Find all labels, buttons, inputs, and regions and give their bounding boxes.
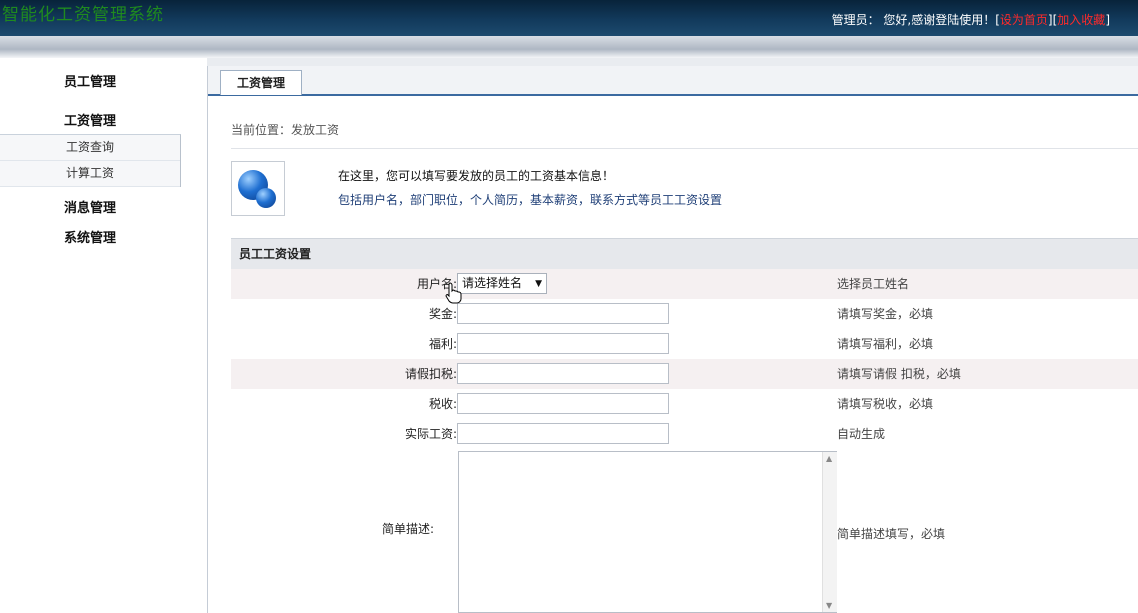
tax-label: 税收:	[428, 397, 457, 411]
tab-salary-management[interactable]: 工资管理	[220, 70, 302, 95]
tab-bar: 工资管理	[208, 66, 1138, 96]
add-favorite-link[interactable]: 加入收藏	[1057, 13, 1105, 27]
globe-icon	[231, 161, 285, 216]
sidebar-item-employee[interactable]: 员工管理	[64, 71, 116, 90]
sidebar-item-salary[interactable]: 工资管理	[64, 110, 116, 129]
actual-salary-input[interactable]	[457, 423, 669, 444]
globe-icon-ball-small	[256, 188, 276, 208]
form-row-username: 用户名: 请选择姓名 ▼ 选择员工姓名	[231, 269, 1138, 299]
welfare-hint: 请填写福利，必填	[837, 337, 934, 351]
username-select[interactable]: 请选择姓名 ▼	[457, 273, 547, 294]
username-hint: 选择员工姓名	[837, 277, 910, 291]
form-title-text: 员工工资设置	[239, 247, 312, 261]
chevron-down-icon: ▼	[535, 279, 542, 289]
username-selected-value: 请选择姓名	[462, 276, 523, 290]
info-text-line2: 包括用户名，部门职位，个人简历，基本薪资，联系方式等员工工资设置	[338, 193, 723, 207]
header-user-links: 管理员： 您好,感谢登陆使用！[设为首页][加入收藏]	[832, 11, 1110, 28]
leave-deduction-input[interactable]	[457, 363, 669, 384]
scroll-up-icon[interactable]: ▲	[826, 454, 832, 463]
sidebar-item-calculate-salary[interactable]: 计算工资	[0, 161, 180, 187]
description-label: 简单描述:	[381, 522, 434, 536]
tax-hint: 请填写税收，必填	[837, 397, 934, 411]
bonus-hint: 请填写奖金，必填	[837, 307, 934, 321]
breadcrumb: 当前位置：发放工资	[231, 123, 340, 137]
bonus-input[interactable]	[457, 303, 669, 324]
description-hint: 简单描述填写，必填	[837, 527, 946, 541]
form-row-actual-salary: 实际工资: 自动生成	[231, 419, 1138, 449]
salary-submenu: 工资查询 计算工资	[0, 134, 181, 187]
top-header: 智能化工资管理系统 管理员： 您好,感谢登陆使用！[设为首页][加入收藏]	[0, 0, 1138, 36]
set-home-link[interactable]: 设为首页	[1000, 13, 1048, 27]
description-scrollbar[interactable]: ▲ ▼	[822, 452, 837, 612]
form-row-leave-deduction: 请假扣税: 请填写请假 扣税，必填	[231, 359, 1138, 389]
sidebar-item-salary-query[interactable]: 工资查询	[0, 135, 180, 161]
form-row-tax: 税收: 请填写税收，必填	[231, 389, 1138, 419]
leave-deduction-label: 请假扣税:	[404, 367, 457, 381]
sidebar-item-message[interactable]: 消息管理	[64, 197, 116, 216]
header-subbar	[0, 36, 1138, 58]
greeting-text: 管理员： 您好,感谢登陆使用！	[831, 13, 996, 27]
bracket-close: ]	[1105, 13, 1110, 27]
form-row-welfare: 福利: 请填写福利，必填	[231, 329, 1138, 359]
welfare-input[interactable]	[457, 333, 669, 354]
info-text-line1: 在这里，您可以填写要发放的员工的工资基本信息！	[338, 169, 615, 183]
sidebar: 员工管理 工资管理 工资查询 计算工资 消息管理 系统管理	[0, 58, 207, 613]
form-row-bonus: 奖金: 请填写奖金，必填	[231, 299, 1138, 329]
sidebar-item-system[interactable]: 系统管理	[64, 227, 116, 246]
app-title: 智能化工资管理系统	[2, 5, 164, 25]
divider	[231, 148, 1138, 149]
hand-pointer-icon	[445, 282, 462, 304]
form-section-title: 员工工资设置	[231, 238, 1138, 269]
main-content: 工资管理 当前位置：发放工资 在这里，您可以填写要发放的员工的工资基本信息！ 包…	[207, 66, 1138, 613]
description-textarea[interactable]	[458, 451, 837, 613]
welfare-label: 福利:	[428, 337, 457, 351]
actual-salary-label: 实际工资:	[404, 427, 457, 441]
actual-salary-hint: 自动生成	[837, 427, 886, 441]
scroll-down-icon[interactable]: ▼	[826, 601, 832, 610]
leave-deduction-hint: 请填写请假 扣税，必填	[837, 367, 961, 381]
tax-input[interactable]	[457, 393, 669, 414]
